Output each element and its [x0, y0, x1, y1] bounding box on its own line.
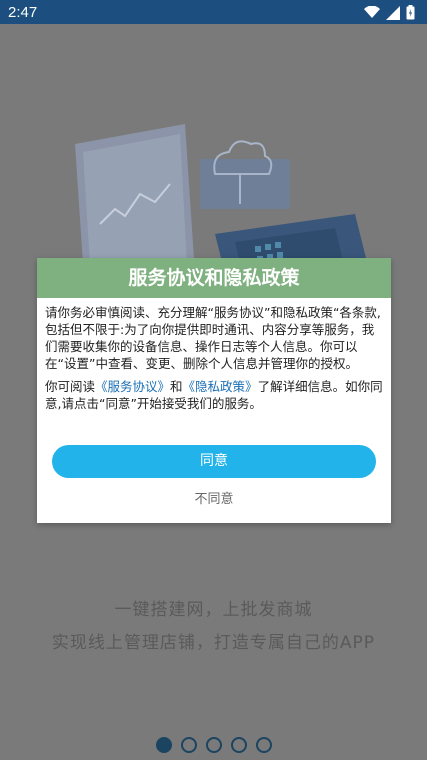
tagline-secondary: 实现线上管理店铺，打造专属自己的APP	[51, 633, 376, 653]
page-dot-3[interactable]	[205, 737, 222, 753]
disagree-button[interactable]: 不同意	[37, 488, 391, 507]
dialog-title: 服务协议和隐私政策	[37, 258, 391, 298]
page-dot-4[interactable]	[230, 737, 247, 753]
agreement-text-and: 和	[170, 379, 183, 394]
page-dot-5[interactable]	[255, 737, 272, 753]
page-indicator	[0, 737, 427, 753]
agree-button[interactable]: 同意	[52, 445, 376, 478]
agreement-text: 请你务必审慎阅读、充分理解“服务协议”和隐私政策“各条款,包括但不限于:为了向你…	[45, 305, 381, 371]
privacy-dialog: 服务协议和隐私政策 请你务必审慎阅读、充分理解“服务协议”和隐私政策“各条款,包…	[37, 258, 391, 523]
tagline-primary: 一键搭建网，上批发商城	[114, 600, 313, 620]
agreement-links-text: 你可阅读《服务协议》和《隐私政策》了解详细信息。如你同意,请点击“同意”开始接受…	[45, 378, 383, 412]
status-bar: 2:47	[0, 0, 427, 24]
page-dot-1[interactable]	[155, 737, 172, 753]
page-dot-2[interactable]	[180, 737, 197, 753]
agreement-text-prefix: 你可阅读	[45, 379, 96, 394]
signal-icon	[386, 5, 400, 20]
status-icons	[364, 5, 415, 20]
battery-icon	[406, 5, 415, 20]
status-time: 2:47	[8, 4, 38, 21]
privacy-policy-link[interactable]: 《隐私政策》	[183, 379, 258, 394]
wifi-icon	[364, 6, 380, 18]
service-agreement-link[interactable]: 《服务协议》	[95, 379, 170, 394]
dialog-body: 请你务必审慎阅读、充分理解“服务协议”和隐私政策“各条款,包括但不限于:为了向你…	[37, 298, 391, 412]
